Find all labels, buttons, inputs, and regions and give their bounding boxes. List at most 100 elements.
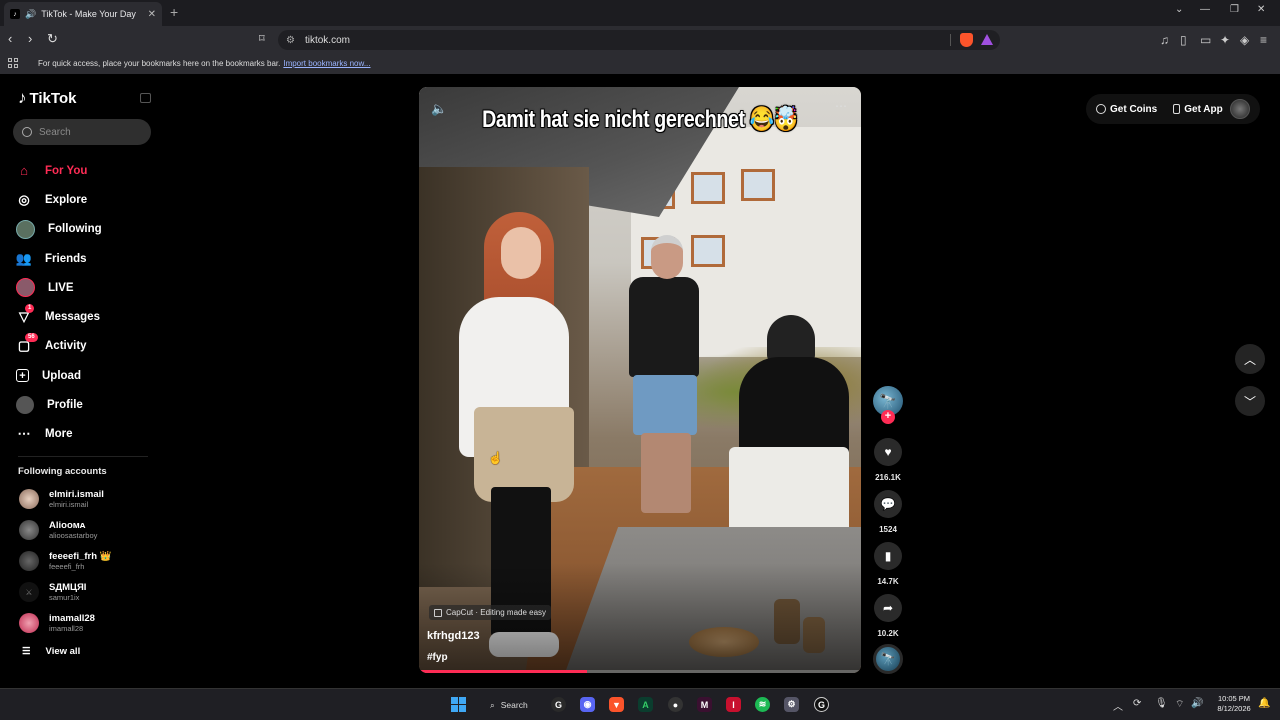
sidebar-item-friends[interactable]: 👥 Friends <box>16 244 156 273</box>
tiktok-logo[interactable]: ♪ TikTok <box>18 88 76 108</box>
address-bar[interactable]: ⚙ tiktok.com <box>278 30 1000 50</box>
previous-video-button[interactable]: ︿ <box>1235 344 1265 374</box>
following-account[interactable]: imamall28 imamall28 <box>19 611 159 635</box>
vpn-icon[interactable]: ◈ <box>1240 33 1249 47</box>
sidebar-item-explore[interactable]: ◎ Explore <box>16 185 156 214</box>
share-button[interactable]: ➦ <box>874 594 902 622</box>
video-hashtag[interactable]: #fyp <box>427 652 448 663</box>
sidebar-item-label: Following <box>48 223 102 236</box>
app-icon[interactable]: G <box>814 697 829 712</box>
new-tab-button[interactable]: + <box>170 4 178 20</box>
sidebar-icon[interactable]: ▯ <box>1180 33 1187 47</box>
avatar <box>19 520 39 540</box>
sidebar-item-label: Friends <box>45 252 87 265</box>
get-app-label: Get App <box>1184 103 1223 115</box>
app-icon[interactable]: l <box>726 697 741 712</box>
taskbar-search[interactable]: ⌕ Search <box>480 695 542 715</box>
video-player[interactable]: Damit hat sie nicht gerechnet 😂🤯 🔈 ⋯ Cap… <box>419 87 861 673</box>
brave-rewards-icon[interactable] <box>981 34 993 45</box>
like-button[interactable]: ♥ <box>874 438 902 466</box>
following-account[interactable]: elmiri.ismail elmiri.ismail <box>19 487 159 511</box>
sidebar-item-for-you[interactable]: ⌂ For You <box>16 156 156 185</box>
reload-button[interactable]: ↻ <box>47 32 58 46</box>
close-tab-icon[interactable]: ✕ <box>148 9 156 20</box>
volume-icon[interactable]: 🔈 <box>431 101 447 117</box>
menu-icon[interactable]: ≡ <box>1260 33 1267 47</box>
sidebar-item-more[interactable]: ⋯ More <box>16 420 156 449</box>
discord-icon[interactable]: ◉ <box>580 697 595 712</box>
following-account[interactable]: feeeefi_frh 👑 feeeefi_frh <box>19 549 159 573</box>
sidebar-divider <box>18 456 148 457</box>
sidebar-item-following[interactable]: Following <box>16 215 156 244</box>
tab-list-icon[interactable]: ⌄ <box>1175 4 1183 15</box>
brave-icon[interactable]: ▼ <box>609 697 624 712</box>
bookmark-icon: ▮ <box>884 549 892 563</box>
search-input[interactable] <box>39 126 139 138</box>
top-right-actions: Get Coins Get App <box>1086 94 1260 124</box>
wifi-icon[interactable]: ⌔ <box>1175 698 1184 711</box>
windows-taskbar: ⌕ Search G ◉ ▼ A ● M l ≋ ⚙ G ︿ ⟳ 🎙 ⌔ 🔊 1… <box>0 688 1280 720</box>
spotify-icon[interactable]: ≋ <box>755 697 770 712</box>
sync-icon[interactable]: ⟳ <box>1133 698 1141 709</box>
back-button[interactable]: ‹ <box>8 32 12 46</box>
sidebar-item-upload[interactable]: + Upload <box>16 361 156 390</box>
app-icon[interactable]: G <box>551 697 566 712</box>
minimize-button[interactable]: — <box>1200 4 1210 15</box>
microphone-icon[interactable]: 🎙 <box>1155 698 1168 709</box>
forward-button[interactable]: › <box>28 32 32 46</box>
windows-start-icon[interactable] <box>451 697 466 712</box>
sidebar-item-messages[interactable]: ▽ 1 Messages <box>16 302 156 331</box>
video-username[interactable]: kfrhgd123 <box>427 630 480 642</box>
bookmarks-hint-text: For quick access, place your bookmarks h… <box>38 59 281 68</box>
import-bookmarks-link[interactable]: Import bookmarks now... <box>283 59 370 68</box>
browser-toolbar: ‹ › ↻ ⌑ ⚙ tiktok.com ♫ ▯ ▭ ✦ ◈ ≡ <box>0 26 1280 54</box>
browser-tab[interactable]: ♪ 🔊 TikTok - Make Your Day ✕ <box>4 2 162 26</box>
speaker-icon[interactable]: 🔊 <box>25 9 36 20</box>
sidebar-item-activity[interactable]: ▢ 56 Activity <box>16 332 156 361</box>
url-text[interactable]: tiktok.com <box>305 35 350 46</box>
sidebar-item-live[interactable]: LIVE <box>16 273 156 302</box>
video-window <box>691 172 725 204</box>
video-seated-head <box>767 315 815 363</box>
more-icon: ⋯ <box>17 426 31 442</box>
app-icon[interactable]: A <box>638 697 653 712</box>
capcut-label[interactable]: CapCut · Editing made easy <box>429 605 552 620</box>
leo-ai-icon[interactable]: ✦ <box>1220 33 1230 47</box>
app-icon[interactable]: M <box>697 697 712 712</box>
view-all-button[interactable]: ☰ View all <box>22 646 80 657</box>
apps-grid-icon[interactable] <box>8 58 19 69</box>
music-disc-icon[interactable]: 🔭 <box>873 644 903 674</box>
app-icon[interactable]: ● <box>668 697 683 712</box>
volume-icon[interactable]: 🔊 <box>1191 698 1203 709</box>
collapse-sidebar-icon[interactable] <box>140 93 151 103</box>
bookmark-icon[interactable]: ⌑ <box>259 32 265 46</box>
sidebar-item-label: More <box>45 428 73 441</box>
video-window <box>741 169 775 201</box>
sidebar-item-profile[interactable]: Profile <box>16 390 156 419</box>
tray-overflow-icon[interactable]: ︿ <box>1113 698 1123 713</box>
maximize-button[interactable]: ❐ <box>1230 4 1239 15</box>
get-app-button[interactable]: Get App <box>1173 104 1223 115</box>
following-account[interactable]: ⚔ SДMЦЯІ samur1ix <box>19 580 159 604</box>
close-window-button[interactable]: ✕ <box>1257 4 1265 15</box>
settings-icon[interactable]: ⚙ <box>784 697 799 712</box>
more-options-icon[interactable]: ⋯ <box>835 99 847 113</box>
save-button[interactable]: ▮ <box>874 542 902 570</box>
site-info-icon[interactable]: ⚙ <box>286 35 295 46</box>
follow-button[interactable]: + <box>881 410 895 424</box>
media-icon[interactable]: ♫ <box>1160 33 1169 47</box>
following-account[interactable]: Aliooᴍᴀ alioosastarboy <box>19 518 159 542</box>
wallet-icon[interactable]: ▭ <box>1200 33 1211 47</box>
get-coins-button[interactable]: Get Coins <box>1096 104 1157 115</box>
taskbar-clock[interactable]: 10:05 PM 8/12/2026 <box>1212 694 1256 714</box>
next-video-button[interactable]: ﹀ <box>1235 386 1265 416</box>
capcut-icon <box>434 608 442 617</box>
search-box[interactable] <box>13 119 151 145</box>
notification-icon[interactable]: 🔔 <box>1258 698 1270 709</box>
video-progress-bar[interactable] <box>419 670 861 673</box>
user-avatar[interactable] <box>1230 99 1250 119</box>
save-count: 14.7K <box>877 577 899 586</box>
comment-button[interactable]: 💬 <box>874 490 902 518</box>
profile-icon <box>16 396 34 415</box>
brave-shield-icon[interactable] <box>960 33 973 47</box>
